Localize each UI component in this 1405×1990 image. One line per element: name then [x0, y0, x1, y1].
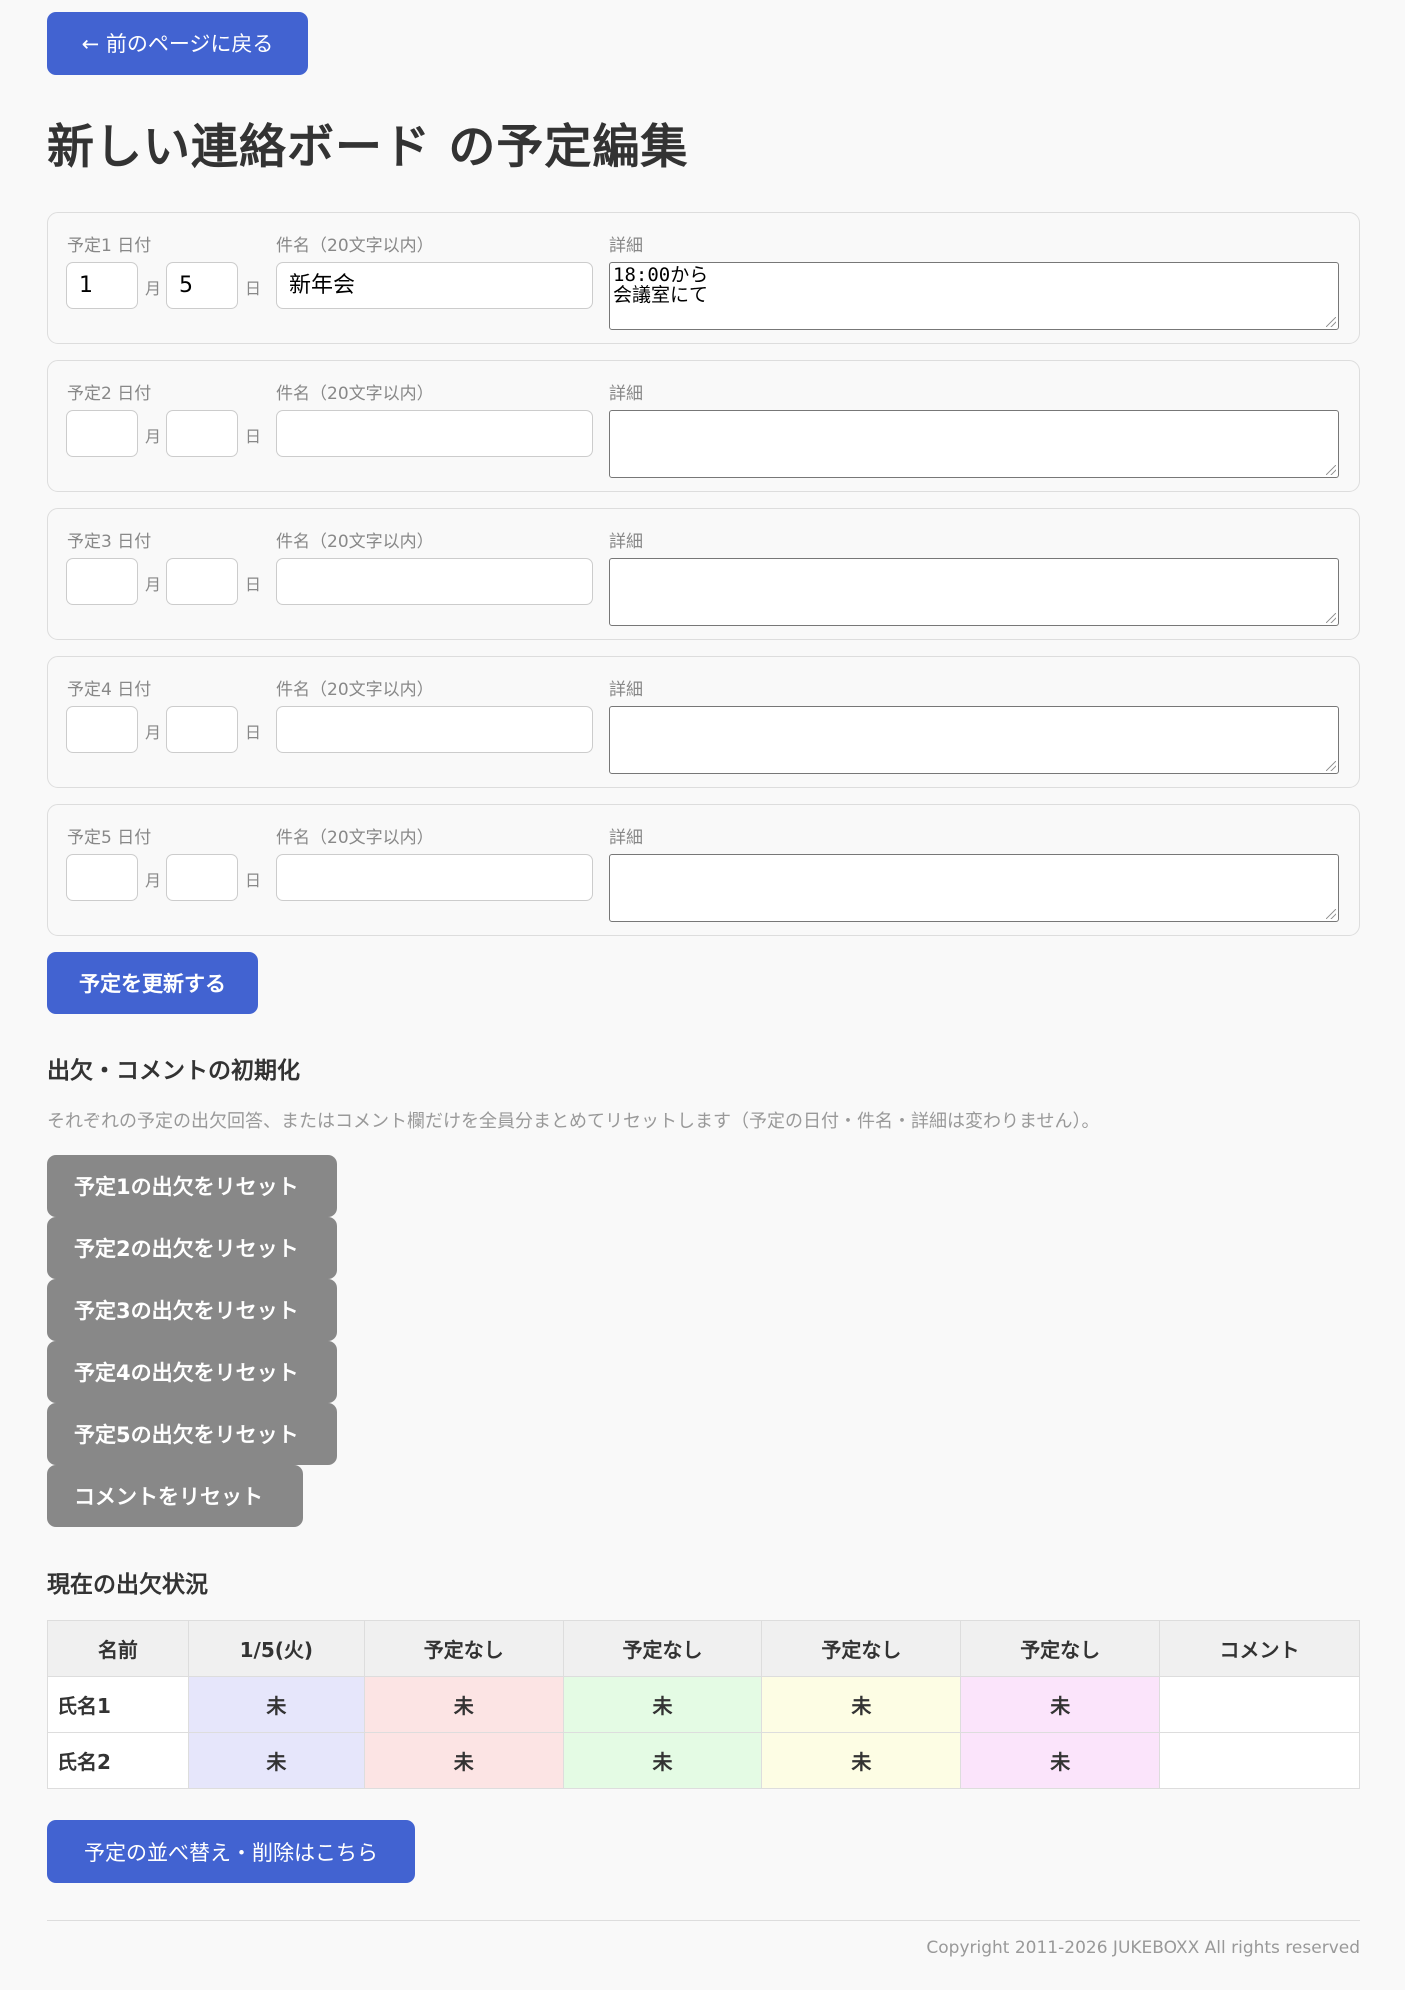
- schedule-row-5: 予定5 日付 件名（20文字以内） 詳細 月 日: [47, 804, 1360, 936]
- attendance-cell: 未: [562, 1732, 763, 1789]
- month-unit: 月: [145, 871, 162, 890]
- header-event-4: 予定なし: [761, 1620, 962, 1677]
- day-input[interactable]: [166, 558, 238, 605]
- resize-handle-icon[interactable]: [1326, 465, 1336, 475]
- attendance-cell: 未: [187, 1676, 365, 1733]
- attendance-cell: 未: [363, 1732, 564, 1789]
- reset-attendance-2-button[interactable]: 予定2の出欠をリセット: [47, 1217, 337, 1279]
- title-label: 件名（20文字以内）: [276, 828, 434, 848]
- status-section-heading: 現在の出欠状況: [47, 1572, 208, 1598]
- schedule-row-3: 予定3 日付 件名（20文字以内） 詳細 月 日: [47, 508, 1360, 640]
- detail-label: 詳細: [609, 236, 643, 256]
- header-event-5: 予定なし: [960, 1620, 1161, 1677]
- title-label: 件名（20文字以内）: [276, 680, 434, 700]
- resize-handle-icon[interactable]: [1326, 613, 1336, 623]
- attendance-cell: 未: [960, 1676, 1161, 1733]
- resize-handle-icon[interactable]: [1326, 909, 1336, 919]
- back-button[interactable]: ← 前のページに戻る: [47, 12, 308, 75]
- month-input[interactable]: 1: [66, 262, 138, 309]
- header-name: 名前: [47, 1620, 189, 1677]
- reset-comments-button[interactable]: コメントをリセット: [47, 1465, 303, 1527]
- copyright-text: Copyright 2011-2026 JUKEBOXX All rights …: [926, 1938, 1360, 1958]
- day-input[interactable]: 5: [166, 262, 238, 309]
- month-input[interactable]: [66, 410, 138, 457]
- date-label: 予定1 日付: [67, 236, 152, 256]
- attendance-cell: 未: [187, 1732, 365, 1789]
- page-title: 新しい連絡ボード の予定編集: [47, 120, 689, 175]
- day-unit: 日: [245, 871, 262, 890]
- month-unit: 月: [145, 575, 162, 594]
- detail-textarea[interactable]: [609, 854, 1339, 922]
- detail-label: 詳細: [609, 680, 643, 700]
- month-input[interactable]: [66, 706, 138, 753]
- table-row: 氏名1 未 未 未 未 未: [47, 1676, 1360, 1733]
- attendance-cell: 未: [761, 1676, 962, 1733]
- reset-attendance-4-button[interactable]: 予定4の出欠をリセット: [47, 1341, 337, 1403]
- date-label: 予定5 日付: [67, 828, 152, 848]
- schedule-row-2: 予定2 日付 件名（20文字以内） 詳細 月 日: [47, 360, 1360, 492]
- detail-textarea[interactable]: 18:00から 会議室にて: [609, 262, 1339, 330]
- title-input[interactable]: 新年会: [276, 262, 593, 309]
- day-unit: 日: [245, 427, 262, 446]
- schedule-row-4: 予定4 日付 件名（20文字以内） 詳細 月 日: [47, 656, 1360, 788]
- title-input[interactable]: [276, 558, 593, 605]
- title-input[interactable]: [276, 706, 593, 753]
- member-name: 氏名2: [47, 1732, 189, 1789]
- detail-textarea[interactable]: [609, 558, 1339, 626]
- month-unit: 月: [145, 723, 162, 742]
- day-input[interactable]: [166, 854, 238, 901]
- header-comment: コメント: [1159, 1620, 1360, 1677]
- member-name: 氏名1: [47, 1676, 189, 1733]
- attendance-cell: 未: [960, 1732, 1161, 1789]
- month-unit: 月: [145, 427, 162, 446]
- update-schedule-button[interactable]: 予定を更新する: [47, 952, 258, 1014]
- detail-textarea[interactable]: [609, 706, 1339, 774]
- title-label: 件名（20文字以内）: [276, 532, 434, 552]
- day-input[interactable]: [166, 410, 238, 457]
- title-label: 件名（20文字以内）: [276, 384, 434, 404]
- day-unit: 日: [245, 575, 262, 594]
- resize-handle-icon[interactable]: [1326, 761, 1336, 771]
- attendance-table: 名前 1/5(火) 予定なし 予定なし 予定なし 予定なし コメント 氏名1 未…: [47, 1620, 1360, 1789]
- month-input[interactable]: [66, 854, 138, 901]
- reset-attendance-1-button[interactable]: 予定1の出欠をリセット: [47, 1155, 337, 1217]
- footer-divider: [47, 1920, 1360, 1921]
- header-event-2: 予定なし: [363, 1620, 564, 1677]
- schedule-row-1: 予定1 日付 件名（20文字以内） 詳細 1 月 5 日 新年会 18:00から…: [47, 212, 1360, 344]
- month-unit: 月: [145, 279, 162, 298]
- month-input[interactable]: [66, 558, 138, 605]
- day-input[interactable]: [166, 706, 238, 753]
- detail-textarea[interactable]: [609, 410, 1339, 478]
- detail-label: 詳細: [609, 828, 643, 848]
- reset-attendance-3-button[interactable]: 予定3の出欠をリセット: [47, 1279, 337, 1341]
- reset-attendance-5-button[interactable]: 予定5の出欠をリセット: [47, 1403, 337, 1465]
- header-event-3: 予定なし: [562, 1620, 763, 1677]
- comment-cell: [1159, 1676, 1360, 1733]
- comment-cell: [1159, 1732, 1360, 1789]
- attendance-cell: 未: [761, 1732, 962, 1789]
- attendance-cell: 未: [363, 1676, 564, 1733]
- header-event-1: 1/5(火): [187, 1620, 365, 1677]
- detail-label: 詳細: [609, 384, 643, 404]
- day-unit: 日: [245, 279, 262, 298]
- title-input[interactable]: [276, 410, 593, 457]
- table-row: 氏名2 未 未 未 未 未: [47, 1732, 1360, 1789]
- table-header-row: 名前 1/5(火) 予定なし 予定なし 予定なし 予定なし コメント: [47, 1620, 1360, 1677]
- title-input[interactable]: [276, 854, 593, 901]
- resize-handle-icon[interactable]: [1326, 317, 1336, 327]
- detail-label: 詳細: [609, 532, 643, 552]
- reset-section-heading: 出欠・コメントの初期化: [47, 1058, 300, 1084]
- detail-text: 18:00から 会議室にて: [613, 264, 709, 306]
- date-label: 予定2 日付: [67, 384, 152, 404]
- reset-section-description: それぞれの予定の出欠回答、またはコメント欄だけを全員分まとめてリセットします（予…: [47, 1111, 1100, 1132]
- title-label: 件名（20文字以内）: [276, 236, 434, 256]
- sort-delete-link-button[interactable]: 予定の並べ替え・削除はこちら: [47, 1820, 415, 1883]
- day-unit: 日: [245, 723, 262, 742]
- attendance-cell: 未: [562, 1676, 763, 1733]
- date-label: 予定4 日付: [67, 680, 152, 700]
- date-label: 予定3 日付: [67, 532, 152, 552]
